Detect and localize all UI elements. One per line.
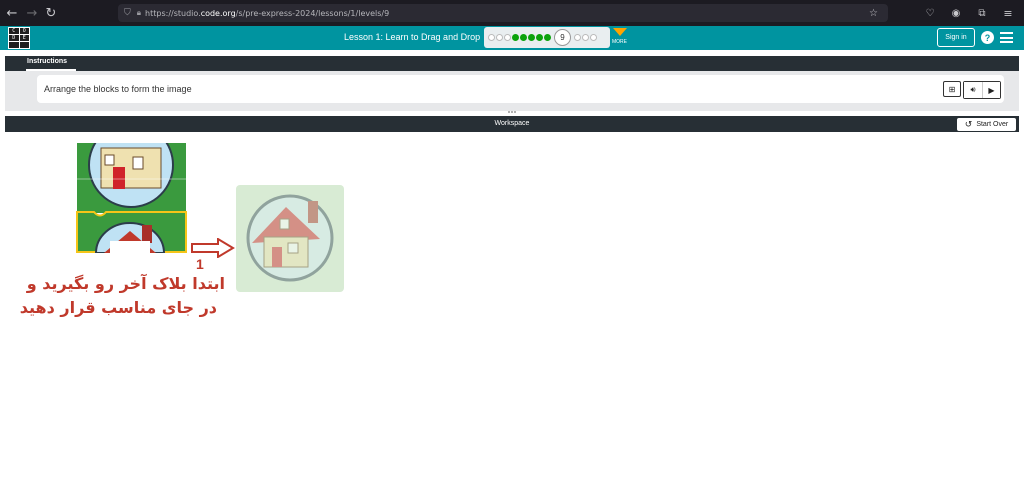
- instructions-box: Arrange the blocks to form the image ⊞ 🔊…: [37, 75, 1004, 103]
- hamburger-menu-icon[interactable]: [1000, 32, 1013, 43]
- code-logo[interactable]: C O D E: [8, 27, 30, 49]
- level-dot[interactable]: [574, 34, 581, 41]
- forward-icon[interactable]: →: [22, 3, 42, 23]
- account-icon[interactable]: ◉: [946, 3, 966, 23]
- level-dot[interactable]: [590, 34, 597, 41]
- logo-letter: [19, 42, 29, 48]
- level-dot[interactable]: [504, 34, 511, 41]
- level-dot[interactable]: [582, 34, 589, 41]
- level-dot[interactable]: [520, 34, 527, 41]
- workspace-header: Workspace ↺ Start Over: [5, 116, 1019, 132]
- arrow-right-icon: [191, 238, 235, 258]
- house-image-icon: [246, 194, 334, 282]
- logo-letter: O: [19, 28, 29, 34]
- level-dot[interactable]: [536, 34, 543, 41]
- start-over-label: Start Over: [976, 121, 1009, 128]
- play-icon[interactable]: ▶: [982, 82, 1000, 98]
- resize-handle[interactable]: [508, 111, 518, 115]
- reload-icon[interactable]: ↻: [41, 3, 61, 23]
- menu-icon[interactable]: ≡: [998, 3, 1018, 23]
- chevron-down-icon: [613, 28, 627, 36]
- logo-letter: C: [9, 28, 19, 34]
- undo-icon: ↺: [964, 119, 973, 130]
- dictionary-icon[interactable]: ⊞: [943, 81, 961, 97]
- sign-in-button[interactable]: Sign in: [937, 28, 975, 47]
- url-text: https://studio.code.org/s/pre-express-20…: [145, 8, 390, 18]
- more-label: MORE: [612, 39, 627, 45]
- shield-icon: ⛉: [124, 8, 131, 18]
- level-dot[interactable]: [496, 34, 503, 41]
- address-bar[interactable]: ⛉ 🔒︎ https://studio.code.org/s/pre-expre…: [118, 4, 888, 22]
- puzzle-block-bottom-selected[interactable]: [76, 211, 187, 253]
- instructions-header: Instructions: [5, 56, 1019, 71]
- current-level-bubble[interactable]: 9: [554, 29, 571, 46]
- puzzle-block-top[interactable]: [77, 143, 186, 213]
- instructions-text: Arrange the blocks to form the image: [44, 84, 192, 94]
- level-dot[interactable]: [512, 34, 519, 41]
- annotation-step-number: 1: [196, 256, 204, 272]
- pocket-icon[interactable]: ♡: [920, 3, 940, 23]
- help-icon[interactable]: ?: [981, 31, 994, 44]
- level-progress: 9: [484, 27, 610, 48]
- browser-toolbar: ← → ↻ ⛉ 🔒︎ https://studio.code.org/s/pre…: [0, 0, 1024, 26]
- logo-letter: [9, 42, 19, 48]
- back-icon[interactable]: ←: [2, 3, 22, 23]
- lesson-title[interactable]: Lesson 1: Learn to Drag and Drop: [344, 32, 480, 42]
- drop-target-slot[interactable]: [236, 185, 344, 292]
- logo-letter: D: [9, 35, 19, 41]
- tab-instructions[interactable]: Instructions: [27, 58, 67, 65]
- more-button[interactable]: MORE: [612, 28, 628, 48]
- annotation-line-2: در جای مناسب قرار دهید: [19, 298, 217, 317]
- level-dot[interactable]: [528, 34, 535, 41]
- lock-icon: 🔒︎: [136, 8, 142, 17]
- extensions-icon[interactable]: ⧉: [972, 3, 992, 23]
- start-over-button[interactable]: ↺ Start Over: [957, 118, 1016, 131]
- instructions-panel: Arrange the blocks to form the image ⊞ 🔊…: [5, 71, 1019, 111]
- speaker-icon[interactable]: 🔊︎: [964, 82, 982, 98]
- annotation-line-1: ابتدا بلاک آخر رو بگیرید و: [26, 274, 225, 293]
- workspace-title: Workspace: [494, 120, 530, 127]
- logo-letter: E: [19, 35, 29, 41]
- level-dot[interactable]: [544, 34, 551, 41]
- bookmark-star-icon[interactable]: ☆: [869, 8, 878, 19]
- level-dot[interactable]: [488, 34, 495, 41]
